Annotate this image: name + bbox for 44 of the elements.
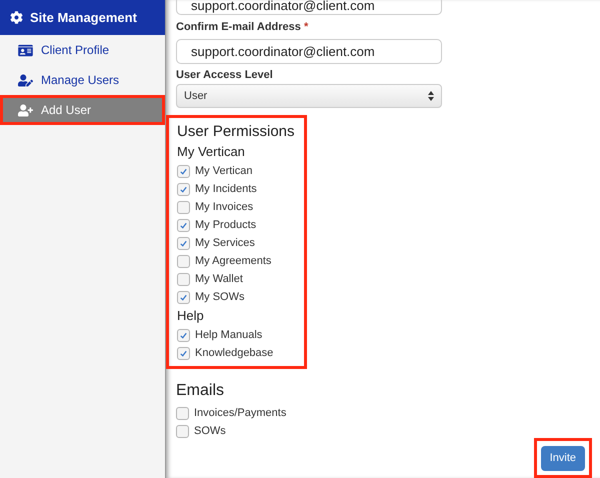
sidebar-item[interactable]: Client Profile [0, 35, 165, 65]
checkbox-label: My Invoices [195, 200, 254, 215]
checkbox-label: My Wallet [195, 272, 243, 287]
checkbox-label: My SOWs [195, 290, 244, 305]
select-arrows-icon [428, 91, 434, 102]
checkbox-label: Invoices/Payments [194, 406, 286, 421]
checkbox[interactable] [176, 406, 189, 420]
checkbox[interactable] [177, 164, 190, 178]
checkbox-label: My Incidents [195, 182, 257, 197]
group-title: Help [177, 307, 205, 326]
checkbox[interactable] [177, 218, 190, 232]
group-title: My Vertican [177, 143, 246, 162]
checkbox[interactable] [176, 424, 189, 438]
checkbox[interactable] [177, 236, 190, 250]
checkbox[interactable] [177, 200, 190, 214]
checkbox[interactable] [177, 328, 190, 342]
section-title: Emails [176, 381, 226, 402]
confirm-email-field[interactable]: support.coordinator@client.com [176, 38, 442, 64]
settings-icon [10, 11, 23, 24]
check-icon [179, 292, 188, 302]
field-label: User Access Level [176, 68, 274, 81]
sidebar-item[interactable]: Add User [0, 95, 165, 125]
checkbox-label: My Agreements [195, 254, 272, 269]
id-card-icon [18, 44, 33, 56]
checkbox-label: SOWs [194, 424, 226, 439]
checkbox[interactable] [177, 254, 190, 268]
email-field[interactable]: support.coordinator@client.com [176, 0, 442, 15]
checkbox-label: My Vertican [195, 164, 252, 179]
checkbox-label: My Products [195, 218, 256, 233]
checkbox-label: My Services [195, 236, 255, 251]
sidebar-title: Site Management [30, 8, 137, 27]
checkbox-label: Help Manuals [195, 328, 262, 343]
checkbox[interactable] [177, 346, 190, 360]
invite-button[interactable]: Invite [540, 446, 585, 471]
checkbox-label: Knowledgebase [195, 346, 274, 361]
section-title: User Permissions [177, 122, 296, 142]
field-label: Confirm E-mail Address * [176, 20, 310, 33]
sidebar-item[interactable]: Manage Users [0, 65, 165, 95]
access-level-select[interactable]: User [176, 84, 442, 108]
checkbox[interactable] [177, 272, 190, 286]
user-edit-icon [18, 74, 33, 86]
checkbox[interactable] [177, 182, 190, 196]
checkbox[interactable] [177, 290, 190, 304]
user-plus-icon [18, 104, 33, 116]
